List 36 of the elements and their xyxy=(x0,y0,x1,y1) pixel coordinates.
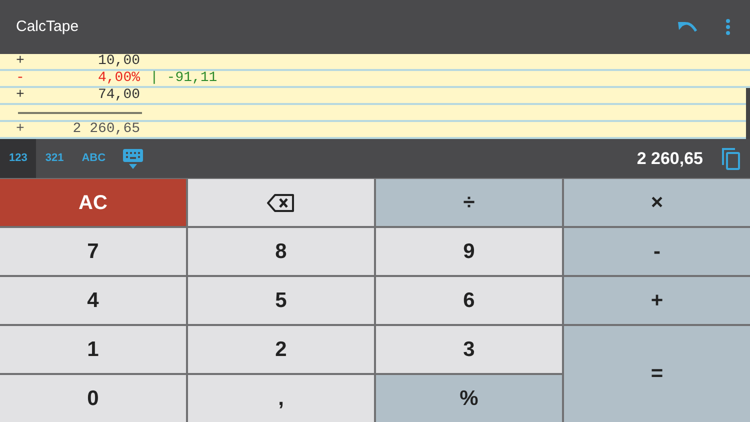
tape-value: 4,00% xyxy=(96,71,140,86)
keyboard-icon[interactable] xyxy=(122,148,143,168)
calc-key[interactable]: 7 xyxy=(0,228,186,275)
calc-key[interactable]: = xyxy=(564,326,750,422)
undo-icon[interactable] xyxy=(678,21,698,33)
calc-key[interactable]: × xyxy=(564,179,750,226)
app-title: CalcTape xyxy=(16,16,79,37)
tape-operator: + xyxy=(16,88,26,103)
copy-icon[interactable] xyxy=(722,148,740,170)
calc-key[interactable]: , xyxy=(188,375,374,422)
tape-value: 2 260,65 xyxy=(72,122,140,137)
calc-key[interactable]: 5 xyxy=(188,277,374,324)
tape-operator: - xyxy=(16,71,26,86)
backspace-key[interactable] xyxy=(188,179,374,226)
tape-value: 10,00 xyxy=(96,54,140,69)
calc-key[interactable]: 1 xyxy=(0,326,186,373)
tape-operator: + xyxy=(16,54,26,69)
calc-key[interactable]: 2 xyxy=(188,326,374,373)
more-options-icon[interactable] xyxy=(726,19,730,35)
tape-note: | -91,11 xyxy=(150,71,218,86)
backspace-icon xyxy=(267,194,295,212)
calc-key[interactable]: - xyxy=(564,228,750,275)
calc-key[interactable]: 4 xyxy=(0,277,186,324)
calc-key[interactable]: 3 xyxy=(376,326,562,373)
calc-key[interactable]: 0 xyxy=(0,375,186,422)
calc-key[interactable]: AC xyxy=(0,179,186,226)
result-value: 2 260,65 xyxy=(636,148,703,170)
calc-key[interactable]: 9 xyxy=(376,228,562,275)
calc-key[interactable]: % xyxy=(376,375,562,422)
calc-key[interactable]: ÷ xyxy=(376,179,562,226)
tape-operator: + xyxy=(16,122,26,137)
calc-key[interactable]: 8 xyxy=(188,228,374,275)
calc-key[interactable]: + xyxy=(564,277,750,324)
tape-value: 74,00 xyxy=(96,88,140,103)
calc-key[interactable]: 6 xyxy=(376,277,562,324)
mode-tab[interactable]: 123 xyxy=(0,139,36,178)
